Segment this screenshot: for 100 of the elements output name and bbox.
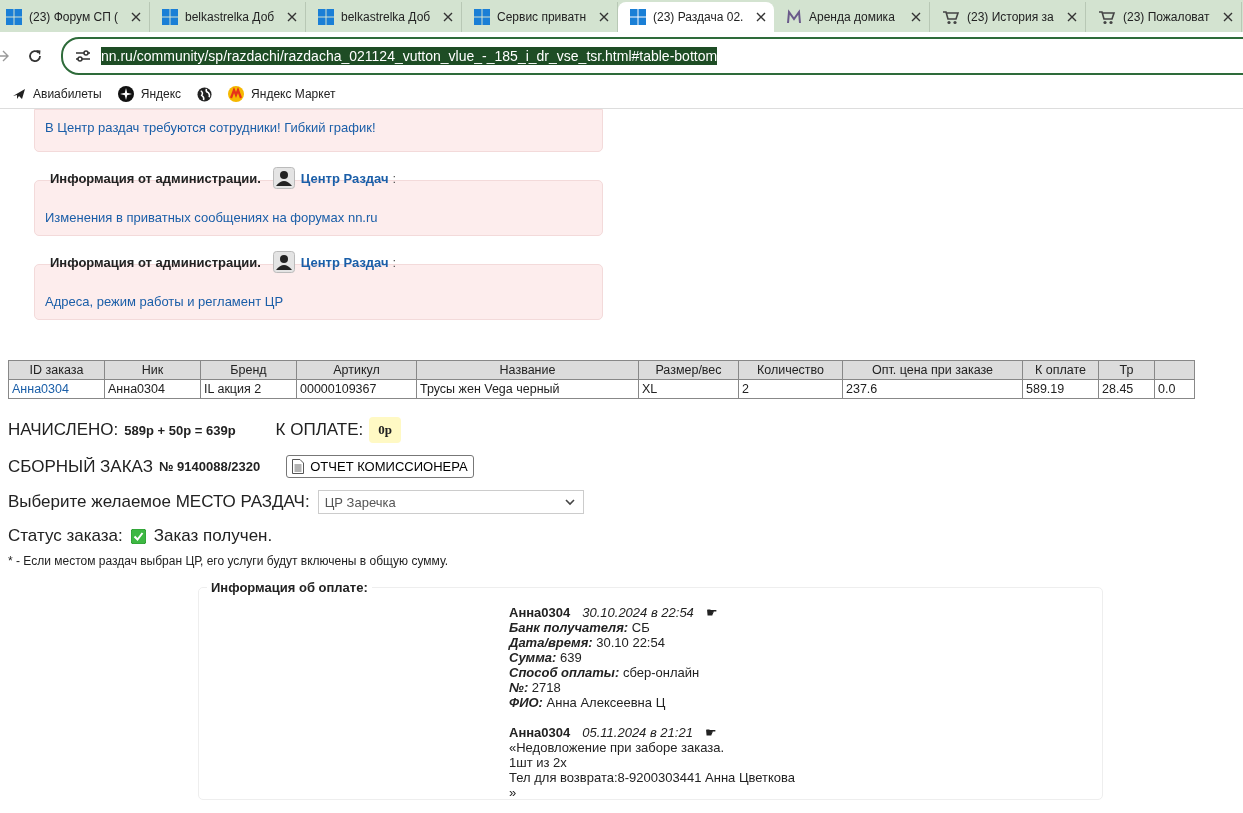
browser-tab[interactable]: (23) Раздача 02. xyxy=(618,2,774,32)
accrued-value: 589р + 50р = 639р xyxy=(124,422,236,438)
column-header: Название xyxy=(416,360,639,380)
close-icon[interactable] xyxy=(1067,12,1077,22)
windows-logo-icon xyxy=(318,9,334,25)
message-line: Тел для возврата:8-9200303441 Анна Цветкова xyxy=(509,770,797,785)
tab-title: (23) Форум СП ( xyxy=(29,10,120,24)
notice-link[interactable]: Адреса, режим работы и регламент ЦР xyxy=(45,294,284,309)
order-id-link[interactable]: Анна0304 xyxy=(8,379,105,399)
table-cell: XL xyxy=(638,379,739,399)
bookmark-link[interactable]: Авиабилеты xyxy=(33,87,102,101)
message-line: «Недовложение при заборе заказа. xyxy=(509,740,726,755)
user-avatar-icon xyxy=(272,167,295,189)
order-label: СБОРНЫЙ ЗАКАЗ xyxy=(8,456,153,477)
tab-title: (23) Пожаловат xyxy=(1123,10,1211,24)
author-link[interactable]: Центр Раздач xyxy=(300,170,389,186)
close-icon[interactable] xyxy=(287,12,297,22)
column-header: Артикул xyxy=(296,360,417,380)
pickup-label: Выберите желаемое МЕСТО РАЗДАЧ: xyxy=(8,492,310,512)
document-icon xyxy=(292,459,305,474)
tab-title: Аренда домика xyxy=(809,10,896,24)
payment-detail: Банк получателя: СБ xyxy=(509,620,651,635)
table-cell: 589.19 xyxy=(1022,379,1099,399)
column-header: Бренд xyxy=(200,360,297,380)
column-header: Опт. цена при заказе xyxy=(842,360,1023,380)
table-cell: 00000109367 xyxy=(296,379,417,399)
windows-logo-icon xyxy=(6,9,22,25)
pointing-hand-glyph: ☛ xyxy=(704,725,717,740)
order-number: № 9140088/2320 xyxy=(159,459,261,474)
message-line: » xyxy=(509,785,518,800)
tab-title: (23) Раздача 02. xyxy=(653,10,745,24)
to-pay-label: К ОПЛАТЕ: xyxy=(275,420,364,440)
stroller-icon xyxy=(942,9,960,25)
payment-detail: Способ оплаты: сбер-онлайн xyxy=(509,665,701,680)
message-line: 1шт из 2х xyxy=(509,755,568,770)
windows-logo-icon xyxy=(474,9,490,25)
compass-icon[interactable] xyxy=(117,86,134,102)
payment-detail: №: 2718 xyxy=(509,680,562,695)
bookmark-link[interactable]: Яндекс xyxy=(140,87,182,101)
table-cell: 237.6 xyxy=(842,379,1023,399)
windows-logo-icon xyxy=(162,9,178,25)
report-button[interactable]: ОТЧЕТ КОМИССИОНЕРА xyxy=(286,455,474,478)
tab-title: belkastrelka Доб xyxy=(185,10,276,24)
table-cell: 2 xyxy=(738,379,843,399)
letter-m-icon xyxy=(786,9,802,25)
chevron-down-icon xyxy=(564,498,575,506)
close-icon[interactable] xyxy=(443,12,453,22)
payment-detail: Сумма: 639 xyxy=(509,650,583,665)
payment-legend: Информация об оплате: xyxy=(207,580,372,595)
table-cell: Трусы жен Vega черный xyxy=(416,379,639,399)
table-cell: Анна0304 xyxy=(104,379,201,399)
user-avatar-icon xyxy=(272,251,295,273)
tab-title: (23) История за xyxy=(967,10,1055,24)
pointing-hand-glyph: ☛ xyxy=(705,605,718,620)
column-header xyxy=(1154,360,1195,380)
tab-title: Сервис приватн xyxy=(497,10,588,24)
to-pay-amount: 0р xyxy=(369,417,401,443)
column-header: К оплате xyxy=(1022,360,1099,380)
status-label: Статус заказа: xyxy=(8,526,123,546)
site-settings-icon[interactable] xyxy=(75,49,91,63)
address-bar[interactable]: nn.ru/community/sp/razdachi/razdacha_021124_vutton_vlue_-_185_i_dr_vse_tsr.html#table-bottom xyxy=(61,37,1243,75)
pickup-select[interactable]: ЦР Заречка xyxy=(317,490,584,514)
table-cell: IL акция 2 xyxy=(200,379,297,399)
author-link[interactable]: Центр Раздач xyxy=(300,254,389,270)
market-icon[interactable] xyxy=(228,86,245,102)
column-header: Ник xyxy=(104,360,201,380)
notice-link[interactable]: Изменения в приватных сообщениях на форумах nn.ru xyxy=(45,210,378,225)
airplane-icon[interactable] xyxy=(12,87,26,101)
bookmark-link[interactable]: Яндекс Маркет xyxy=(251,87,336,101)
column-header: Количество xyxy=(738,360,843,380)
accrued-label: НАЧИСЛЕНО: xyxy=(8,420,119,440)
forward-arrow-icon[interactable] xyxy=(0,50,9,62)
close-icon[interactable] xyxy=(756,12,766,22)
payment-detail: ФИО: Анна Алексеевна Ц xyxy=(509,695,667,710)
close-icon[interactable] xyxy=(599,12,609,22)
table-cell: 0.0 xyxy=(1154,379,1195,399)
payment-date: 30.10.2024 в 22:54 xyxy=(582,605,694,620)
notice-link[interactable]: В Центр раздач требуются сотрудники! Гибкий график! xyxy=(45,120,376,135)
footnote: * - Если местом раздач выбран ЦР, его услуги будут включены в общую сумму. xyxy=(8,554,450,568)
tab-title: belkastrelka Доб xyxy=(341,10,432,24)
globe-icon[interactable] xyxy=(197,86,213,102)
status-text: Заказ получен. xyxy=(153,526,273,546)
colon-text: : xyxy=(392,254,397,270)
payer-name: Анна0304 xyxy=(509,605,571,620)
close-icon[interactable] xyxy=(131,12,141,22)
table-cell: 28.45 xyxy=(1098,379,1155,399)
payment-detail: Дата/время: 30.10 22:54 xyxy=(509,635,666,650)
close-icon[interactable] xyxy=(1223,12,1233,22)
url-text: nn.ru/community/sp/razdachi/razdacha_021124_vutton_vlue_-_185_i_dr_vse_tsr.html#table-bottom xyxy=(101,47,718,65)
column-header: ID заказа xyxy=(8,360,105,380)
payment-date: 05.11.2024 в 21:21 xyxy=(582,725,693,740)
notice-heading: Информация от администрации. xyxy=(50,170,261,186)
column-header: Тр xyxy=(1098,360,1155,380)
close-icon[interactable] xyxy=(911,12,921,22)
windows-logo-icon xyxy=(630,9,646,25)
reload-icon[interactable] xyxy=(27,48,43,64)
colon-text: : xyxy=(392,170,397,186)
notice-heading: Информация от администрации. xyxy=(50,254,261,270)
payer-name: Анна0304 xyxy=(509,725,571,740)
column-header: Размер/вес xyxy=(638,360,739,380)
